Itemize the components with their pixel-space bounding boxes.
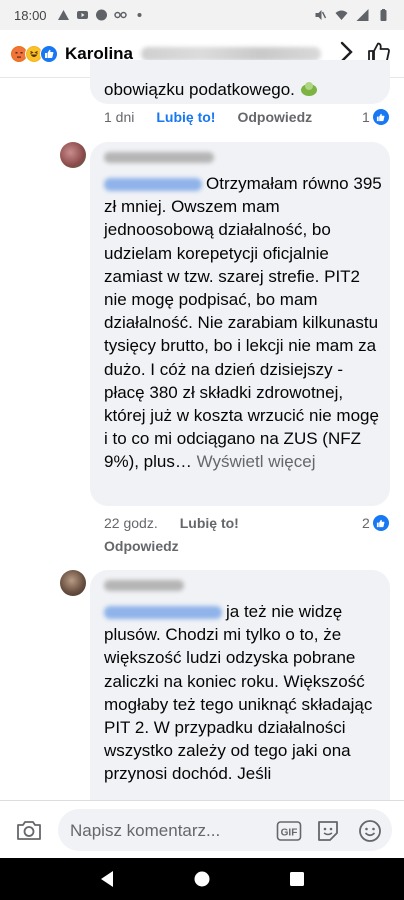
comment-like-count[interactable]: 2 [362, 515, 389, 531]
mute-icon [315, 10, 327, 20]
comment-composer: Napisz komentarz... GIF [0, 800, 404, 858]
avatar[interactable] [60, 142, 86, 168]
comment-reply-row: Odpowiedz [104, 538, 179, 554]
comment-like-number: 2 [362, 515, 370, 531]
svg-text:GIF: GIF [281, 828, 298, 839]
money-emoji-icon [300, 82, 317, 96]
status-bar: 18:00 [0, 0, 404, 30]
recents-icon[interactable] [289, 871, 305, 887]
prev-comment-bubble: obowiązku podatkowego. [90, 60, 390, 104]
signal-icon [356, 9, 369, 21]
comment-bubble: Otrzymałam równo 395 zł mniej. Owszem ma… [90, 142, 390, 506]
emoji-icon[interactable] [358, 819, 382, 843]
redacted-author-name[interactable] [104, 580, 184, 591]
prev-comment-like-number: 1 [362, 109, 370, 125]
status-time: 18:00 [14, 7, 47, 23]
like-badge-icon [372, 109, 389, 125]
status-system-icons [314, 9, 390, 21]
messenger-icon [95, 9, 107, 21]
prev-comment-time: 1 dni [104, 109, 135, 125]
warning-icon [57, 10, 69, 20]
prev-comment-like-button[interactable]: Lubię to! [156, 109, 215, 125]
like-badge-icon [372, 515, 389, 531]
redacted-mention[interactable] [104, 178, 202, 192]
prev-comment-like-count[interactable]: 1 [362, 109, 389, 125]
sticker-icon[interactable] [316, 819, 340, 843]
youtube-icon [76, 11, 88, 19]
redacted-surname [141, 46, 322, 61]
gif-icon[interactable]: GIF [276, 820, 302, 842]
redacted-mention[interactable] [104, 606, 222, 620]
comment-bubble: ja też nie widzę plusów. Chodzi mi tylko… [90, 570, 390, 820]
see-more-link[interactable]: Wyświetl więcej [197, 452, 316, 471]
status-notification-icons [57, 9, 146, 21]
battery-icon [380, 9, 387, 21]
like-button[interactable]: Lubię to! [180, 515, 239, 531]
link-icon [113, 11, 127, 19]
comment-time: 22 godz. [104, 515, 158, 531]
prev-comment-actions: 1 dni Lubię to! Odpowiedz [104, 109, 312, 125]
comment-text: Otrzymałam równo 395 zł mniej. Owszem ma… [104, 174, 382, 472]
redacted-author-name[interactable] [104, 152, 214, 163]
prev-comment-text: obowiązku podatkowego. [104, 80, 295, 99]
reaction-summary[interactable] [10, 44, 58, 63]
wifi-icon [335, 10, 348, 20]
system-navigation-bar [0, 858, 404, 900]
avatar[interactable] [60, 570, 86, 596]
reply-button[interactable]: Odpowiedz [104, 538, 179, 554]
comment-input[interactable]: Napisz komentarz... GIF [58, 809, 392, 851]
comment-input-placeholder: Napisz komentarz... [70, 821, 221, 840]
comment-actions: 22 godz. Lubię to! [104, 515, 239, 531]
camera-icon[interactable] [16, 819, 42, 841]
home-icon[interactable] [193, 870, 211, 888]
back-icon[interactable] [99, 870, 115, 888]
prev-comment-reply-button[interactable]: Odpowiedz [237, 109, 312, 125]
dot-icon [137, 13, 142, 17]
like-reaction-icon [40, 44, 58, 63]
comment-text: ja też nie widzę plusów. Chodzi mi tylko… [104, 602, 373, 784]
